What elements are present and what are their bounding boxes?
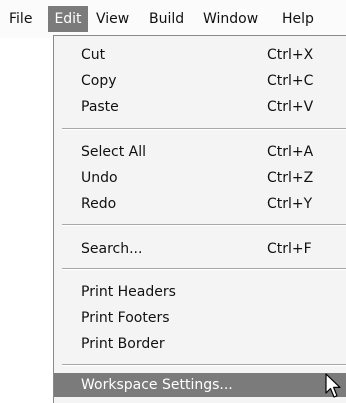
menu-item-label: Workspace Settings... bbox=[81, 377, 233, 393]
menu-separator bbox=[62, 128, 346, 130]
menu-window[interactable]: Window bbox=[203, 6, 258, 32]
mouse-pointer-icon bbox=[325, 373, 341, 398]
menu-item-search[interactable]: Search... Ctrl+F bbox=[54, 237, 346, 261]
menu-item-print-border[interactable]: Print Border bbox=[54, 332, 346, 356]
menu-item-paste[interactable]: Paste Ctrl+V bbox=[54, 95, 346, 119]
menu-item-redo[interactable]: Redo Ctrl+Y bbox=[54, 192, 346, 216]
menu-separator bbox=[62, 364, 346, 366]
menu-help[interactable]: Help bbox=[282, 6, 314, 32]
menu-item-label: Select All bbox=[81, 144, 146, 160]
menu-item-label: Print Border bbox=[81, 336, 165, 352]
menu-item-label: Cut bbox=[81, 47, 106, 63]
menu-build[interactable]: Build bbox=[149, 6, 184, 32]
menu-item-shortcut: Ctrl+Z bbox=[267, 170, 314, 186]
menu-item-print-headers[interactable]: Print Headers bbox=[54, 280, 346, 304]
menu-item-workspace-settings[interactable]: Workspace Settings... bbox=[54, 373, 346, 397]
menu-item-label: Print Headers bbox=[81, 284, 176, 300]
menu-item-undo[interactable]: Undo Ctrl+Z bbox=[54, 166, 346, 190]
menu-item-label: Print Footers bbox=[81, 310, 170, 326]
menu-separator bbox=[62, 224, 346, 226]
menu-item-cut[interactable]: Cut Ctrl+X bbox=[54, 43, 346, 67]
menu-view[interactable]: View bbox=[96, 6, 129, 32]
menu-separator bbox=[62, 268, 346, 270]
menu-item-shortcut: Ctrl+F bbox=[267, 241, 312, 257]
menu-item-shortcut: Ctrl+X bbox=[267, 47, 314, 63]
menu-item-copy[interactable]: Copy Ctrl+C bbox=[54, 69, 346, 93]
menu-item-label: Undo bbox=[81, 170, 118, 186]
menu-item-label: Search... bbox=[81, 241, 143, 257]
menu-item-shortcut: Ctrl+Y bbox=[267, 196, 313, 212]
menu-item-label: Copy bbox=[81, 73, 117, 89]
menu-item-shortcut: Ctrl+C bbox=[267, 73, 314, 89]
menu-item-select-all[interactable]: Select All Ctrl+A bbox=[54, 140, 346, 164]
edit-menu-dropdown: Cut Ctrl+X Copy Ctrl+C Paste Ctrl+V Sele… bbox=[53, 35, 346, 403]
menu-item-print-footers[interactable]: Print Footers bbox=[54, 306, 346, 330]
menu-bar: File Edit View Build Window Help bbox=[0, 0, 346, 38]
menu-item-shortcut: Ctrl+V bbox=[267, 99, 314, 115]
menu-file[interactable]: File bbox=[9, 6, 32, 32]
menu-item-shortcut: Ctrl+A bbox=[267, 144, 314, 160]
menu-item-label: Redo bbox=[81, 196, 117, 212]
menu-edit[interactable]: Edit bbox=[48, 6, 88, 32]
menu-item-label: Paste bbox=[81, 99, 119, 115]
